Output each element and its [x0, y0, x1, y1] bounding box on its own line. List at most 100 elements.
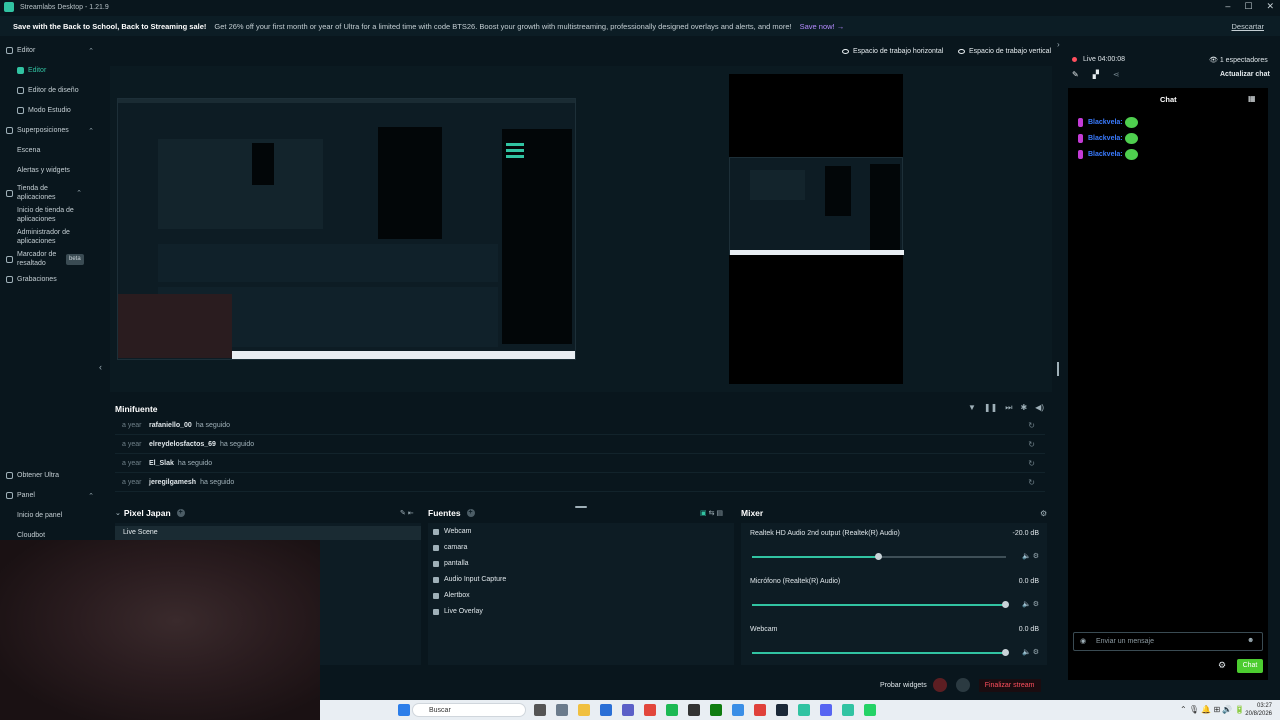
- pause-icon[interactable]: ❚❚: [984, 403, 997, 413]
- volume-knob: [1002, 601, 1009, 608]
- source-item[interactable]: Alertbox: [433, 592, 470, 599]
- source-item[interactable]: camara: [433, 544, 467, 551]
- xbox-icon[interactable]: [710, 704, 722, 716]
- nvidia-icon[interactable]: [688, 704, 700, 716]
- source-item[interactable]: pantalla: [433, 560, 469, 567]
- close-button[interactable]: ✕: [1266, 1, 1274, 12]
- dashboard-icon: [6, 492, 13, 499]
- sidebar-item-cloudbot[interactable]: Cloudbot: [17, 532, 113, 539]
- bottom-panels-resize-handle[interactable]: [575, 506, 587, 508]
- refresh-chat-button[interactable]: Actualizar chat: [1220, 71, 1270, 78]
- spotify-icon[interactable]: [666, 704, 678, 716]
- streamlabs-icon[interactable]: [842, 704, 854, 716]
- volume-fill: [752, 604, 1006, 606]
- sidebar-item-app-store-home[interactable]: Inicio de tienda de aplicaciones: [17, 206, 87, 224]
- source-item[interactable]: Audio Input Capture: [433, 576, 506, 583]
- scene-item[interactable]: Live Scene: [115, 526, 421, 540]
- app-icon[interactable]: [732, 704, 744, 716]
- sidebar-item-get-ultra[interactable]: Obtener Ultra: [6, 472, 102, 479]
- start-icon[interactable]: [398, 704, 410, 716]
- teams-icon[interactable]: [622, 704, 634, 716]
- opera-icon[interactable]: [754, 704, 766, 716]
- sources-header: Fuentes +: [428, 508, 475, 518]
- source-item[interactable]: Webcam: [433, 528, 472, 535]
- source-item[interactable]: Live Overlay: [433, 608, 483, 615]
- sidebar-item-scene[interactable]: Escena: [17, 147, 113, 154]
- vertical-workspace-toggle[interactable]: Espacio de trabajo vertical: [958, 48, 1051, 55]
- taskbar-clock[interactable]: 03:27 20/8/2026: [1245, 702, 1272, 718]
- volume-icon[interactable]: ◀): [1035, 403, 1044, 413]
- filter-icon[interactable]: ▼: [968, 403, 976, 413]
- repeat-alert-icon[interactable]: ↻: [1028, 421, 1035, 430]
- sidebar-item-app-manager[interactable]: Administrador de aplicaciones: [17, 228, 87, 246]
- sidebar-item-editor[interactable]: Editor ⌃: [6, 47, 102, 55]
- chat-settings-icon[interactable]: ▦: [1248, 94, 1256, 103]
- banner-dismiss-button[interactable]: Descartar: [1231, 22, 1264, 31]
- system-tray-icons[interactable]: ⌃ 🎙 🔔 ⊞ 🔊 🔋: [1180, 705, 1245, 714]
- collapse-chat-icon[interactable]: ›: [1057, 40, 1060, 49]
- sidebar-item-editor-child[interactable]: Editor: [17, 67, 113, 74]
- webcam-icon: [433, 528, 439, 535]
- record-button[interactable]: [932, 678, 947, 692]
- volume-slider[interactable]: [752, 553, 1006, 560]
- mute-settings-icons[interactable]: 🔈 ⚙: [1022, 600, 1039, 608]
- file-explorer-icon[interactable]: [578, 704, 590, 716]
- task-view-icon[interactable]: [534, 704, 546, 716]
- chevron-down-icon[interactable]: ⌄: [115, 509, 121, 517]
- outlook-icon[interactable]: [600, 704, 612, 716]
- mixer-settings-icon[interactable]: ⚙: [1040, 509, 1047, 518]
- sidebar-item-studio-mode[interactable]: Modo Estudio: [17, 107, 113, 114]
- add-scene-button[interactable]: +: [176, 509, 185, 517]
- mute-settings-icons[interactable]: 🔈 ⚙: [1022, 552, 1039, 560]
- widgets-icon[interactable]: [556, 704, 568, 716]
- horizontal-workspace-toggle[interactable]: Espacio de trabajo horizontal: [842, 48, 943, 55]
- skip-icon[interactable]: ⏭: [1005, 403, 1012, 413]
- preview-resize-handle[interactable]: [1057, 362, 1059, 376]
- vertical-preview[interactable]: [729, 74, 904, 384]
- repeat-alert-icon[interactable]: ↻: [1028, 478, 1035, 487]
- minimize-button[interactable]: –: [1225, 1, 1230, 12]
- sidebar-item-dashboard-home[interactable]: Inicio de panel: [17, 512, 113, 519]
- chat-send-button[interactable]: Chat: [1237, 659, 1263, 673]
- banner-save-now-link[interactable]: Save now! →: [800, 22, 845, 31]
- sidebar-item-dashboard[interactable]: Panel ⌃: [6, 492, 102, 500]
- share-icon[interactable]: ⋖: [1113, 70, 1120, 79]
- streamlabs-icon[interactable]: [798, 704, 810, 716]
- chat-message-input[interactable]: Enviar un mensaje: [1073, 632, 1263, 651]
- settings-icon[interactable]: ✱: [1020, 403, 1027, 413]
- taskbar-search[interactable]: Buscar: [412, 703, 526, 717]
- sidebar-item-alerts[interactable]: Alertas y widgets: [17, 167, 113, 174]
- discord-icon[interactable]: [820, 704, 832, 716]
- event-row: a year jeregilgamesh ha seguido ↻: [115, 474, 1045, 492]
- camera-icon: [433, 544, 439, 551]
- sidebar-item-recordings[interactable]: Grabaciones: [6, 276, 102, 283]
- mute-settings-icons[interactable]: 🔈 ⚙: [1022, 648, 1039, 656]
- maximize-button[interactable]: ☐: [1244, 1, 1252, 12]
- repeat-alert-icon[interactable]: ↻: [1028, 440, 1035, 449]
- volume-slider[interactable]: [752, 601, 1009, 608]
- emoji-icon[interactable]: ☻: [1247, 637, 1254, 644]
- scene-tools-icon[interactable]: ✎ ⇤: [400, 509, 414, 517]
- source-tools-icon[interactable]: ▣ ⇆ ▤: [700, 509, 723, 517]
- test-widgets-button[interactable]: Probar widgets: [880, 682, 927, 689]
- whatsapp-icon[interactable]: [864, 704, 876, 716]
- clapper-icon[interactable]: ▞: [1093, 70, 1099, 79]
- replay-buffer-button[interactable]: [955, 678, 970, 692]
- edit-icon[interactable]: ✎: [1072, 70, 1079, 79]
- sidebar-item-layout-editor[interactable]: Editor de diseño: [17, 87, 113, 94]
- volume-slider[interactable]: [752, 649, 1009, 656]
- chrome-icon[interactable]: [644, 704, 656, 716]
- repeat-alert-icon[interactable]: ↻: [1028, 459, 1035, 468]
- chat-gear-icon[interactable]: ⚙: [1218, 660, 1226, 671]
- sidebar-item-overlays[interactable]: Superposiciones ⌃: [6, 127, 102, 135]
- add-source-button[interactable]: +: [466, 509, 475, 517]
- end-stream-button[interactable]: Finalizar stream: [978, 678, 1041, 692]
- steam-icon[interactable]: [776, 704, 788, 716]
- chat-badge-icon[interactable]: ◉: [1080, 637, 1086, 645]
- horizontal-preview[interactable]: [117, 98, 576, 360]
- sidebar-item-app-store[interactable]: Tienda de aplicaciones ⌃: [6, 184, 90, 202]
- sidebar-item-highlighter[interactable]: Marcador de resaltado beta: [6, 250, 102, 268]
- scene-collection-title[interactable]: Pixel Japan: [124, 508, 171, 518]
- collapse-sidebar-icon[interactable]: ‹: [99, 362, 102, 372]
- chat-tab[interactable]: Chat: [1160, 95, 1177, 104]
